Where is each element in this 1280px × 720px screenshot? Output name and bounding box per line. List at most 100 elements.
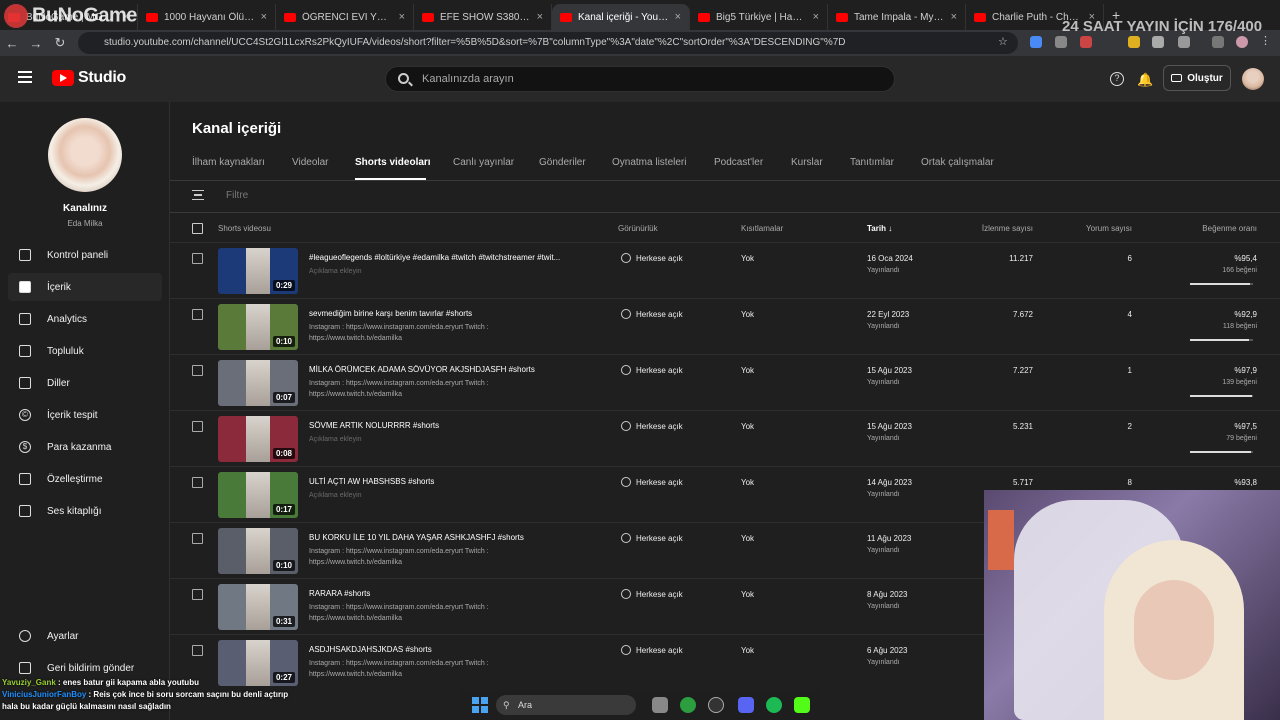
bookmark-star-icon[interactable]: ☆ [998, 35, 1010, 48]
create-button[interactable]: Oluştur [1163, 65, 1231, 91]
visibility-value[interactable]: Herkese açık [636, 478, 683, 487]
row-checkbox[interactable] [192, 645, 203, 656]
content-tab-4[interactable]: Canlı yayınlar [453, 157, 514, 168]
sidebar-item-4[interactable]: Topluluk [8, 337, 162, 365]
row-checkbox[interactable] [192, 589, 203, 600]
row-checkbox[interactable] [192, 365, 203, 376]
help-icon[interactable]: ? [1110, 72, 1124, 86]
sidebar-item-1[interactable]: Kontrol paneli [8, 241, 162, 269]
kick-live-icon[interactable] [794, 697, 810, 713]
channel-avatar[interactable] [48, 118, 122, 192]
filter-input[interactable]: Filtre [226, 190, 248, 201]
visibility-value[interactable]: Herkese açık [636, 422, 683, 431]
table-row[interactable]: 0:10 sevmediğim birine karşı benim tavırl… [170, 298, 1280, 354]
video-thumbnail[interactable]: 0:31 [218, 584, 298, 630]
windows-start-icon[interactable] [472, 697, 488, 713]
bell-icon[interactable]: 🔔 [1137, 72, 1153, 88]
shield-extension-icon[interactable] [1055, 36, 1067, 48]
video-title[interactable]: MİLKA ÖRÜMCEK ADAMA SÖVÜYOR AKJSHDJASFH … [309, 365, 594, 374]
sidebar-item-5[interactable]: Diller [8, 369, 162, 397]
sidebar-item-3[interactable]: Analytics [8, 305, 162, 333]
close-icon[interactable]: × [399, 11, 405, 23]
column-header-views[interactable]: İzlenme sayısı [933, 224, 1033, 233]
video-title[interactable]: SÖVME ARTIK NOLURRRR #shorts [309, 421, 594, 430]
table-row[interactable]: 0:08 SÖVME ARTIK NOLURRRR #shorts Açıklama… [170, 410, 1280, 466]
content-tab-6[interactable]: Oynatma listeleri [612, 157, 686, 168]
visibility-value[interactable]: Herkese açık [636, 310, 683, 319]
column-header-likes[interactable]: Beğenme oranı [1177, 224, 1257, 233]
content-tab-2[interactable]: Videolar [292, 157, 329, 168]
kebab-menu-icon[interactable]: ⋮ [1260, 34, 1272, 47]
reload-icon[interactable]: ↻ [48, 35, 72, 51]
video-thumbnail[interactable]: 0:10 [218, 528, 298, 574]
close-icon[interactable]: × [261, 11, 267, 23]
browser-tab[interactable]: EFE SHOW S3801 | MOTHER× [414, 4, 552, 30]
sidebar-item-8[interactable]: Özelleştirme [8, 465, 162, 493]
video-thumbnail[interactable]: 0:10 [218, 304, 298, 350]
table-row[interactable]: 0:07 MİLKA ÖRÜMCEK ADAMA SÖVÜYOR AKJSHDJA… [170, 354, 1280, 410]
close-icon[interactable]: × [951, 11, 957, 23]
studio-logo[interactable]: Studio [52, 69, 126, 87]
row-checkbox[interactable] [192, 309, 203, 320]
back-icon[interactable]: ← [0, 36, 24, 51]
select-all-checkbox[interactable] [192, 223, 203, 234]
filter-icon[interactable] [192, 190, 204, 200]
video-description[interactable]: Açıklama ekleyin [309, 266, 539, 277]
account-avatar[interactable] [1242, 68, 1264, 90]
row-checkbox[interactable] [192, 477, 203, 488]
close-icon[interactable]: × [813, 11, 819, 23]
video-title[interactable]: #leagueoflegends #loltürkiye #edamilka #… [309, 253, 594, 262]
row-checkbox[interactable] [192, 421, 203, 432]
visibility-value[interactable]: Herkese açık [636, 366, 683, 375]
hamburger-menu-icon[interactable] [18, 71, 32, 83]
chrome-icon[interactable] [680, 697, 696, 713]
row-checkbox[interactable] [192, 253, 203, 264]
task-view-icon[interactable] [652, 697, 668, 713]
browser-tab[interactable]: ÖĞRENCİ EVİ YEMEKTEYİZ× [276, 4, 414, 30]
channel-search-input[interactable]: Kanalınızda arayın [385, 66, 895, 92]
video-title[interactable]: BU KORKU İLE 10 YIL DAHA YAŞAR ASHKJASHF… [309, 533, 594, 542]
video-description[interactable]: Açıklama ekleyin [309, 490, 539, 501]
url-field[interactable]: studio.youtube.com/channel/UCC4St2Gl1Lcx… [78, 32, 1018, 54]
media-icon[interactable] [1212, 36, 1224, 48]
sidebar-item-7[interactable]: $ Para kazanma [8, 433, 162, 461]
visibility-value[interactable]: Herkese açık [636, 646, 683, 655]
visibility-value[interactable]: Herkese açık [636, 590, 683, 599]
close-icon[interactable]: × [675, 11, 681, 23]
sidebar-item-2[interactable]: İçerik [8, 273, 162, 301]
content-tab-1[interactable]: İlham kaynakları [192, 157, 265, 168]
video-title[interactable]: ASDJHSAKDJAHSJKDAS #shorts [309, 645, 594, 654]
content-tab-5[interactable]: Gönderiler [539, 157, 586, 168]
visibility-value[interactable]: Herkese açık [636, 534, 683, 543]
sidebar-item-6[interactable]: © İçerik tespit [8, 401, 162, 429]
content-tab-9[interactable]: Tanıtımlar [850, 157, 894, 168]
forward-icon[interactable]: → [24, 36, 48, 51]
translate-extension-icon[interactable] [1030, 36, 1042, 48]
video-thumbnail[interactable]: 0:07 [218, 360, 298, 406]
column-header-comments[interactable]: Yorum sayısı [1052, 224, 1132, 233]
content-tab-8[interactable]: Kurslar [791, 157, 823, 168]
profile-avatar-icon[interactable] [1236, 36, 1248, 48]
table-row[interactable]: 0:29 #leagueoflegends #loltürkiye #edamil… [170, 242, 1280, 298]
content-tab-7[interactable]: Podcast'ler [714, 157, 763, 168]
spotify-icon[interactable] [766, 697, 782, 713]
video-title[interactable]: ULTİ AÇTI AW HABSHSBS #shorts [309, 477, 594, 486]
obs-icon[interactable] [708, 697, 724, 713]
browser-tab[interactable]: Tame Impala - My Old Ways× [828, 4, 966, 30]
row-checkbox[interactable] [192, 533, 203, 544]
video-thumbnail[interactable]: 0:29 [218, 248, 298, 294]
column-header-date[interactable]: Tarih ↓ [867, 224, 892, 233]
sidebar-item-9[interactable]: Ses kitaplığı [8, 497, 162, 525]
extension-icon[interactable] [1080, 36, 1092, 48]
visibility-value[interactable]: Herkese açık [636, 254, 683, 263]
video-title[interactable]: RARARA #shorts [309, 589, 594, 598]
browser-tab[interactable]: Kanal içeriği - YouTube Studio× [552, 4, 690, 30]
video-thumbnail[interactable]: 0:17 [218, 472, 298, 518]
extension-icon[interactable] [1152, 36, 1164, 48]
video-thumbnail[interactable]: 0:08 [218, 416, 298, 462]
video-description[interactable]: Açıklama ekleyin [309, 434, 539, 445]
content-tab-10[interactable]: Ortak çalışmalar [921, 157, 994, 168]
video-title[interactable]: sevmediğim birine karşı benim tavırlar #… [309, 309, 594, 318]
taskbar-search[interactable]: ⚲ Ara [496, 695, 636, 715]
extension-icon[interactable] [1128, 36, 1140, 48]
